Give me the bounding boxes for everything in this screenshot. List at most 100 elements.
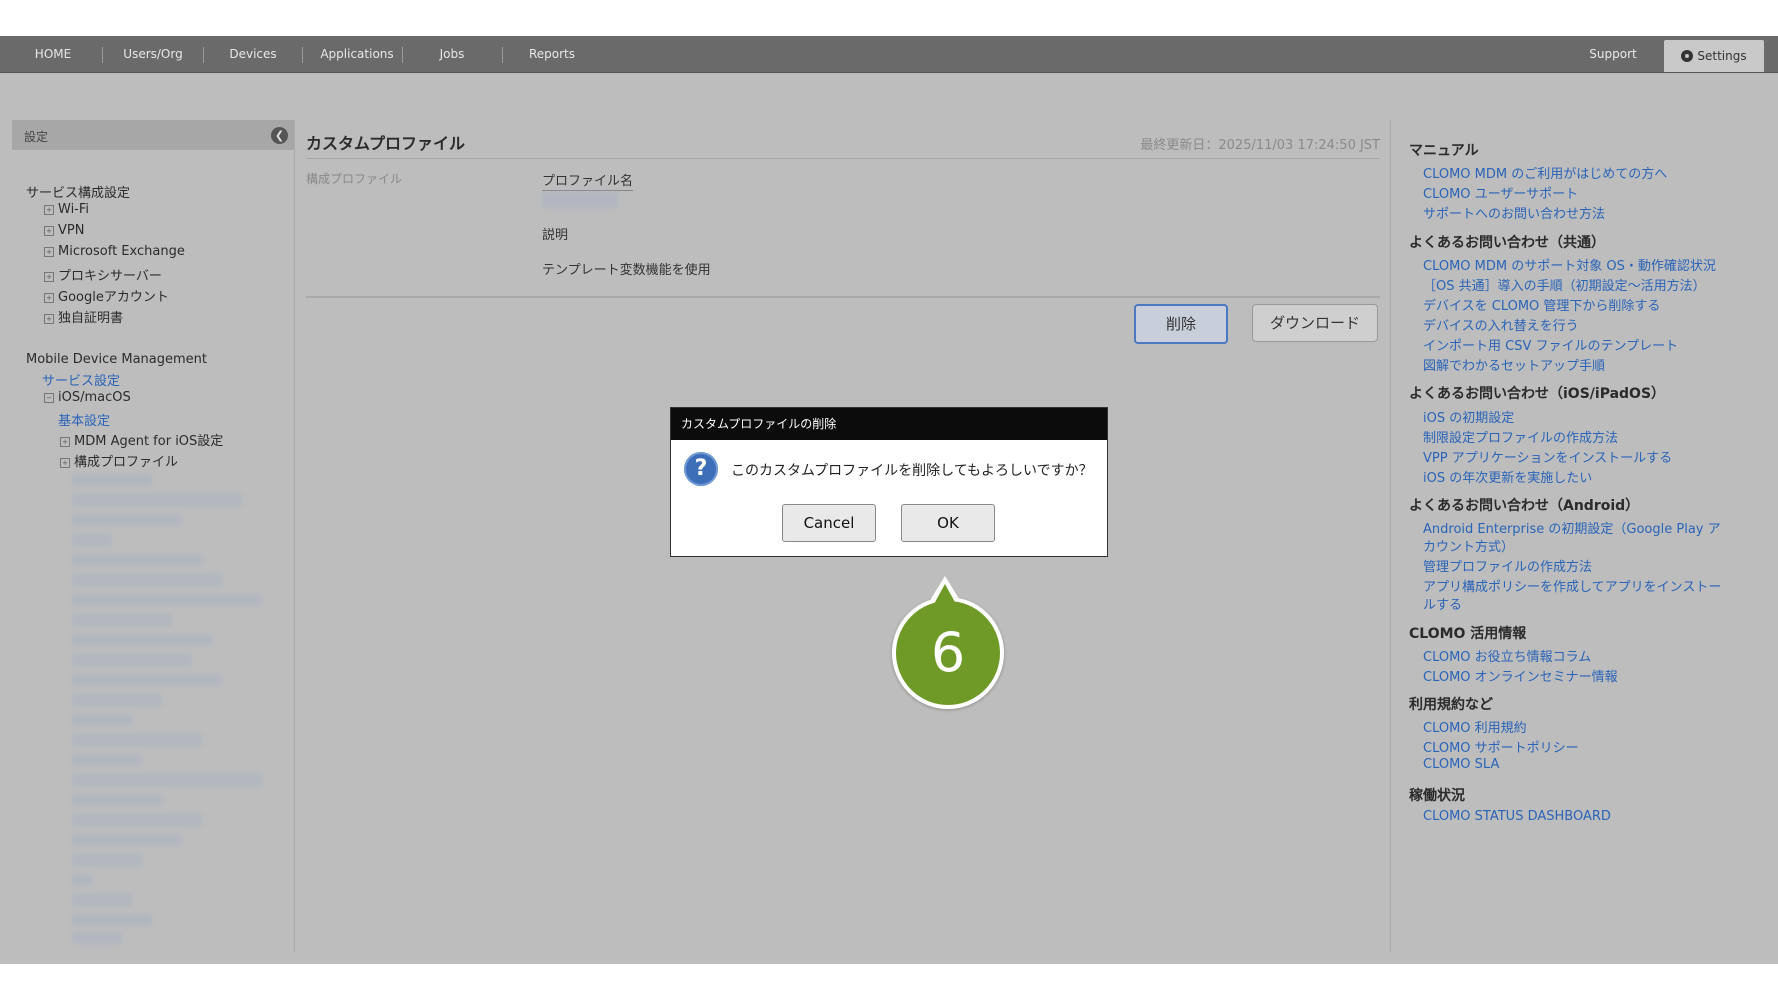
redacted-item: [72, 754, 142, 766]
help-link[interactable]: アプリ構成ポリシーを作成してアプリをインストー: [1423, 576, 1721, 595]
redacted-item: [72, 914, 152, 926]
collapse-icon: −: [44, 393, 54, 403]
gear-icon: [1681, 50, 1694, 62]
help-link[interactable]: 図解でわかるセットアップ手順: [1423, 355, 1605, 374]
help-link[interactable]: CLOMO お役立ち情報コラム: [1423, 646, 1591, 665]
section-label: 構成プロファイル: [306, 172, 403, 186]
redacted-item: [72, 634, 212, 646]
help-link[interactable]: VPP アプリケーションをインストールする: [1423, 447, 1672, 466]
sidebar-item-exchange[interactable]: + Microsoft Exchange: [44, 244, 185, 259]
help-link[interactable]: CLOMO 利用規約: [1423, 717, 1527, 736]
redacted-item: [72, 654, 192, 666]
expand-icon: +: [44, 314, 54, 324]
nav-separator: [102, 47, 103, 63]
cancel-button[interactable]: Cancel: [782, 504, 876, 542]
help-link[interactable]: デバイスの入れ替えを行う: [1423, 315, 1579, 334]
help-link[interactable]: 管理プロファイルの作成方法: [1423, 556, 1592, 575]
expand-icon: +: [44, 272, 54, 282]
nav-support[interactable]: Support: [1572, 36, 1654, 72]
redacted-item: [72, 814, 202, 826]
help-link[interactable]: ［OS 共通］導入の手順（初期設定〜活用方法）: [1423, 275, 1706, 294]
sidebar-header: 設定 ❮: [12, 120, 294, 150]
nav-jobs[interactable]: Jobs: [412, 36, 492, 72]
redacted-item: [72, 834, 182, 846]
dialog-title: カスタムプロファイルの削除: [671, 408, 1107, 440]
collapse-left-icon[interactable]: ❮: [271, 127, 288, 144]
last-updated: 最終更新日：2025/11/03 17:24:50 JST: [1140, 138, 1380, 153]
nav-settings-label: Settings: [1697, 49, 1747, 63]
help-link[interactable]: iOS の年次更新を実施したい: [1423, 467, 1592, 486]
help-link[interactable]: サポートへのお問い合わせ方法: [1423, 203, 1605, 222]
app-window: HOME Users/Org Devices Applications Jobs…: [0, 36, 1778, 964]
expand-icon: +: [44, 293, 54, 303]
sidebar-item-mdm-agent[interactable]: + MDM Agent for iOS設定: [60, 430, 223, 449]
redacted-item: [72, 874, 92, 886]
redacted-item: [72, 514, 182, 526]
sidebar-item-profiles[interactable]: + 構成プロファイル: [60, 451, 178, 470]
redacted-item: [72, 554, 202, 566]
profile-name-label: プロファイル名: [542, 170, 634, 191]
redacted-item: [72, 734, 202, 746]
redacted-item: [72, 494, 242, 506]
sidebar: 設定 ❮ サービス構成設定 + Wi-Fi + VPN + Microsoft Exc…: [12, 120, 295, 952]
help-link[interactable]: CLOMO STATUS DASHBOARD: [1423, 809, 1611, 824]
sidebar-section-mdm: Mobile Device Management: [26, 352, 208, 367]
help-link[interactable]: CLOMO オンラインセミナー情報: [1423, 666, 1618, 685]
help-link[interactable]: ルする: [1423, 594, 1462, 613]
nav-separator: [402, 47, 403, 63]
redacted-item: [72, 614, 172, 626]
help-heading-terms: 利用規約など: [1409, 697, 1493, 713]
ok-button[interactable]: OK: [901, 504, 995, 542]
step-marker-pointer-fill: [934, 584, 956, 604]
nav-separator: [302, 47, 303, 63]
help-link[interactable]: 制限設定プロファイルの作成方法: [1423, 427, 1618, 446]
template-variable-label: テンプレート変数機能を使用: [542, 263, 711, 278]
redacted-item: [72, 894, 132, 906]
nav-users-org[interactable]: Users/Org: [112, 36, 194, 72]
step-marker: 6: [892, 597, 1004, 709]
nav-settings[interactable]: Settings: [1664, 40, 1764, 72]
redacted-item: [72, 714, 132, 726]
help-link[interactable]: CLOMO サポートポリシー: [1423, 737, 1579, 756]
expand-icon: +: [44, 247, 54, 257]
redacted-item: [72, 474, 152, 486]
nav-home[interactable]: HOME: [22, 36, 84, 72]
help-link[interactable]: カウント方式）: [1423, 536, 1514, 555]
sidebar-item-service-settings[interactable]: サービス設定: [42, 370, 120, 389]
sidebar-item-certificate[interactable]: + 独自証明書: [44, 307, 123, 326]
help-sidebar: マニュアル CLOMO MDM のご利用がはじめての方へ CLOMO ユーザーサ…: [1390, 120, 1761, 952]
redacted-item: [72, 574, 222, 586]
sidebar-item-ios-macos[interactable]: − iOS/macOS: [44, 390, 131, 405]
nav-devices[interactable]: Devices: [214, 36, 292, 72]
page-title: カスタムプロファイル: [306, 134, 466, 153]
sidebar-item-vpn[interactable]: + VPN: [44, 223, 84, 238]
sidebar-item-google-account[interactable]: + Googleアカウント: [44, 286, 169, 305]
delete-confirm-dialog: カスタムプロファイルの削除 ? このカスタムプロファイルを削除してもよろしいです…: [670, 407, 1108, 557]
download-button[interactable]: ダウンロード: [1252, 304, 1378, 342]
help-link[interactable]: インポート用 CSV ファイルのテンプレート: [1423, 335, 1678, 354]
help-link[interactable]: CLOMO MDM のご利用がはじめての方へ: [1423, 163, 1667, 182]
expand-icon: +: [44, 226, 54, 236]
delete-button[interactable]: 削除: [1134, 304, 1228, 344]
redacted-item: [72, 694, 162, 706]
sidebar-item-basic-settings[interactable]: 基本設定: [58, 410, 110, 429]
redacted-item: [72, 932, 122, 944]
help-link[interactable]: CLOMO MDM のサポート対象 OS・動作確認状況: [1423, 255, 1716, 274]
help-link[interactable]: CLOMO SLA: [1423, 757, 1499, 772]
nav-applications[interactable]: Applications: [310, 36, 404, 72]
help-link[interactable]: デバイスを CLOMO 管理下から削除する: [1423, 295, 1660, 314]
sidebar-item-proxy[interactable]: + プロキシサーバー: [44, 265, 162, 284]
sidebar-item-wifi[interactable]: + Wi-Fi: [44, 202, 89, 217]
help-heading-faq-android: よくあるお問い合わせ（Android）: [1409, 498, 1640, 514]
expand-icon: +: [44, 205, 54, 215]
nav-reports[interactable]: Reports: [512, 36, 592, 72]
top-nav: HOME Users/Org Devices Applications Jobs…: [0, 36, 1778, 73]
question-icon: ?: [684, 452, 718, 486]
help-link[interactable]: iOS の初期設定: [1423, 407, 1514, 426]
redacted-item: [72, 774, 262, 786]
help-heading-faq-ios: よくあるお問い合わせ（iOS/iPadOS）: [1409, 386, 1666, 402]
help-link[interactable]: Android Enterprise の初期設定（Google Play ア: [1423, 518, 1721, 537]
help-heading-status: 稼働状況: [1409, 788, 1465, 804]
help-link[interactable]: CLOMO ユーザーサポート: [1423, 183, 1578, 202]
expand-icon: +: [60, 458, 70, 468]
